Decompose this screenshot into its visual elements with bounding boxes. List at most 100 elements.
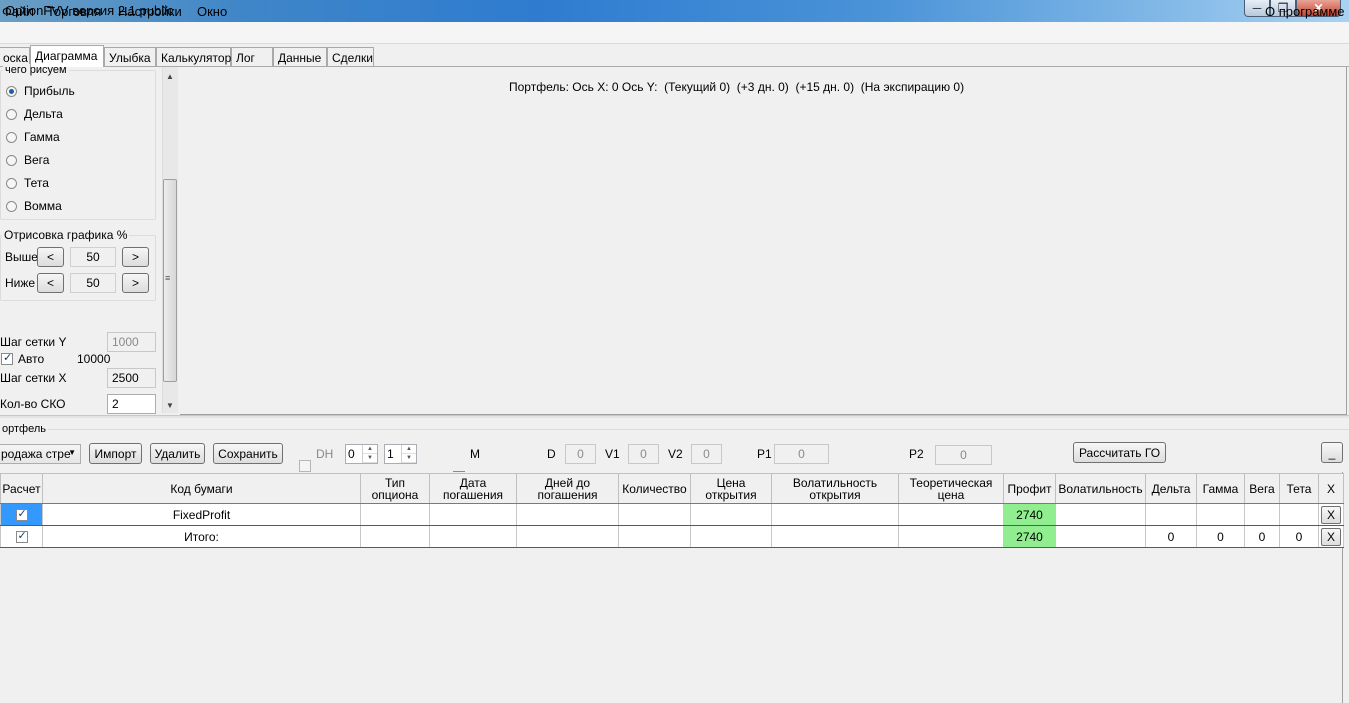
menu-window[interactable]: Окно (197, 4, 227, 19)
d-input[interactable]: 0 (565, 444, 596, 464)
col-calc[interactable]: Расчет (0, 473, 43, 504)
splitter[interactable] (0, 415, 1349, 418)
col-option-type[interactable]: Тип опциона (360, 473, 430, 504)
days-cell[interactable] (516, 525, 619, 548)
grid-step-x-input[interactable]: 2500 (107, 368, 156, 388)
radio-gamma[interactable]: Гамма (6, 130, 60, 144)
above-increase-button[interactable]: > (122, 247, 149, 267)
chart-area[interactable] (180, 67, 1347, 415)
radio-theta[interactable]: Тета (6, 176, 49, 190)
below-increase-button[interactable]: > (122, 273, 149, 293)
spin-up-icon[interactable]: ▲ (363, 445, 377, 454)
col-theoretical-price[interactable]: Теоретическая цена (898, 473, 1004, 504)
col-code[interactable]: Код бумаги (42, 473, 361, 504)
sko-count-input[interactable]: 2 (107, 394, 156, 414)
expiry-date-cell[interactable] (429, 503, 517, 526)
code-cell[interactable]: FixedProfit (42, 503, 361, 526)
import-button[interactable]: Импорт (89, 443, 142, 464)
col-volatility[interactable]: Волатильность (1055, 473, 1146, 504)
col-quantity[interactable]: Количество (618, 473, 691, 504)
quantity-cell[interactable] (618, 525, 691, 548)
option-type-cell[interactable] (360, 503, 430, 526)
col-days-to-expiry[interactable]: Дней до погашения (516, 473, 619, 504)
table-row[interactable]: FixedProfit 2740 X (0, 503, 1344, 526)
remove-row-button[interactable]: X (1321, 527, 1341, 546)
theta-cell[interactable] (1279, 503, 1319, 526)
calc-checkbox[interactable] (15, 507, 28, 521)
table-row-total[interactable]: Итого: 2740 0 0 0 0 X (0, 525, 1344, 548)
days-cell[interactable] (516, 503, 619, 526)
tab-log[interactable]: Лог (231, 47, 273, 66)
dh-checkbox[interactable] (299, 460, 311, 472)
expiry-date-cell[interactable] (429, 525, 517, 548)
volatility-cell[interactable] (1055, 503, 1146, 526)
p2-input[interactable]: 0 (935, 445, 992, 465)
option-type-cell[interactable] (360, 525, 430, 548)
p1-input[interactable]: 0 (774, 444, 829, 464)
col-open-volatility[interactable]: Волатильность открытия (771, 473, 899, 504)
menu-about[interactable]: О программе (1265, 4, 1345, 19)
tab-data[interactable]: Данные (273, 47, 327, 66)
calc-cell[interactable] (0, 525, 43, 548)
collapse-button[interactable]: _ (1321, 442, 1343, 463)
radio-vega-dot[interactable] (6, 154, 17, 166)
col-gamma[interactable]: Гамма (1196, 473, 1245, 504)
scroll-up-icon[interactable]: ▲ (166, 72, 174, 81)
scroll-down-icon[interactable]: ▼ (166, 401, 174, 410)
col-profit[interactable]: Профит (1003, 473, 1056, 504)
grid-step-y-input[interactable]: 1000 (107, 332, 156, 352)
delete-button[interactable]: Удалить (150, 443, 205, 464)
above-decrease-button[interactable]: < (37, 247, 64, 267)
radio-gamma-dot[interactable] (6, 131, 17, 143)
vega-cell[interactable] (1244, 503, 1280, 526)
col-delta[interactable]: Дельта (1145, 473, 1197, 504)
code-cell[interactable]: Итого: (42, 525, 361, 548)
strategy-select[interactable]: родажа стре ▼ (0, 444, 81, 464)
v2-input[interactable]: 0 (691, 444, 722, 464)
open-price-cell[interactable] (690, 525, 772, 548)
vega-cell[interactable]: 0 (1244, 525, 1280, 548)
menu-trade[interactable]: Торговля (47, 4, 101, 19)
save-button[interactable]: Сохранить (213, 443, 283, 464)
gamma-cell[interactable] (1196, 503, 1245, 526)
radio-vega[interactable]: Вега (6, 153, 49, 167)
menu-settings[interactable]: Настройки (118, 4, 182, 19)
spin-down-icon[interactable]: ▼ (402, 454, 416, 463)
theoretical-price-cell[interactable] (898, 525, 1004, 548)
spin-up-icon[interactable]: ▲ (402, 445, 416, 454)
radio-profit[interactable]: Прибыль (6, 84, 75, 98)
open-price-cell[interactable] (690, 503, 772, 526)
volatility-cell[interactable] (1055, 525, 1146, 548)
col-remove[interactable]: X (1318, 473, 1344, 504)
spin-2[interactable]: 1 ▲ ▼ (384, 444, 417, 464)
radio-delta-dot[interactable] (6, 108, 17, 120)
radio-vomma-dot[interactable] (6, 200, 17, 212)
open-volatility-cell[interactable] (771, 525, 899, 548)
col-theta[interactable]: Тета (1279, 473, 1319, 504)
tab-diagram[interactable]: Диаграмма (30, 45, 104, 67)
spin-1-arrows[interactable]: ▲ ▼ (362, 445, 377, 463)
theoretical-price-cell[interactable] (898, 503, 1004, 526)
radio-profit-dot[interactable] (6, 85, 17, 97)
calc-checkbox[interactable] (15, 529, 28, 543)
menu-file[interactable]: Файл (2, 4, 34, 19)
profit-cell[interactable]: 2740 (1003, 503, 1056, 526)
v1-input[interactable]: 0 (628, 444, 659, 464)
radio-theta-dot[interactable] (6, 177, 17, 189)
tab-smile[interactable]: Улыбка (104, 47, 156, 66)
radio-vomma[interactable]: Вомма (6, 199, 62, 213)
open-volatility-cell[interactable] (771, 503, 899, 526)
above-value[interactable]: 50 (70, 247, 116, 267)
spin-down-icon[interactable]: ▼ (363, 454, 377, 463)
below-decrease-button[interactable]: < (37, 273, 64, 293)
delta-cell[interactable] (1145, 503, 1197, 526)
col-vega[interactable]: Вега (1244, 473, 1280, 504)
spin-2-arrows[interactable]: ▲ ▼ (401, 445, 416, 463)
remove-row-button[interactable]: X (1321, 505, 1341, 524)
theta-cell[interactable]: 0 (1279, 525, 1319, 548)
tab-calculator[interactable]: Калькулятор (156, 47, 231, 66)
col-open-price[interactable]: Цена открытия (690, 473, 772, 504)
calculate-go-button[interactable]: Рассчитать ГО (1073, 442, 1166, 463)
profit-cell[interactable]: 2740 (1003, 525, 1056, 548)
col-expiry-date[interactable]: Дата погашения (429, 473, 517, 504)
